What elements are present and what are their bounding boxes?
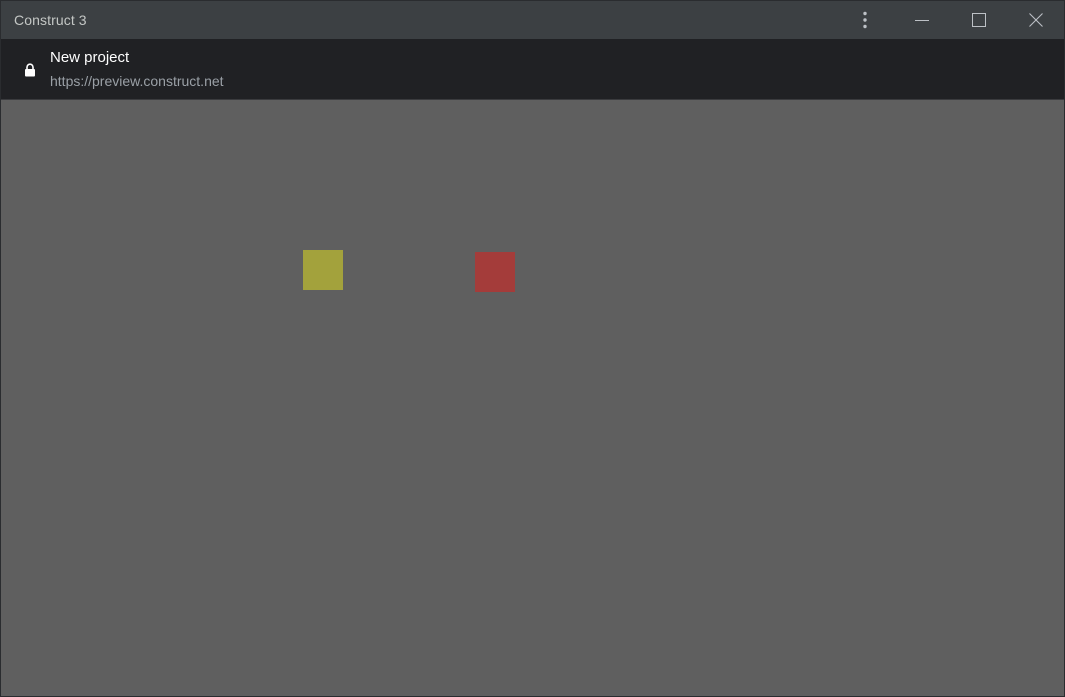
- maximize-button[interactable]: [950, 1, 1007, 39]
- lock-icon[interactable]: [24, 63, 36, 77]
- minimize-button[interactable]: [893, 1, 950, 39]
- red-sprite[interactable]: [475, 252, 515, 292]
- window-title: Construct 3: [14, 12, 87, 28]
- close-icon: [1028, 13, 1043, 27]
- yellow-sprite[interactable]: [303, 250, 343, 290]
- preview-window: Construct 3 New project https://preview.…: [0, 0, 1065, 697]
- page-url: https://preview.construct.net: [50, 73, 224, 89]
- close-button[interactable]: [1007, 1, 1064, 39]
- minimize-icon: [914, 20, 929, 21]
- game-canvas[interactable]: [1, 100, 1064, 696]
- address-bar: New project https://preview.construct.ne…: [1, 39, 1064, 100]
- menu-button[interactable]: [837, 1, 893, 39]
- title-bar[interactable]: Construct 3: [1, 1, 1064, 39]
- window-controls: [837, 1, 1064, 39]
- kebab-menu-icon: [863, 11, 867, 29]
- page-title: New project: [50, 49, 130, 66]
- maximize-icon: [971, 13, 986, 27]
